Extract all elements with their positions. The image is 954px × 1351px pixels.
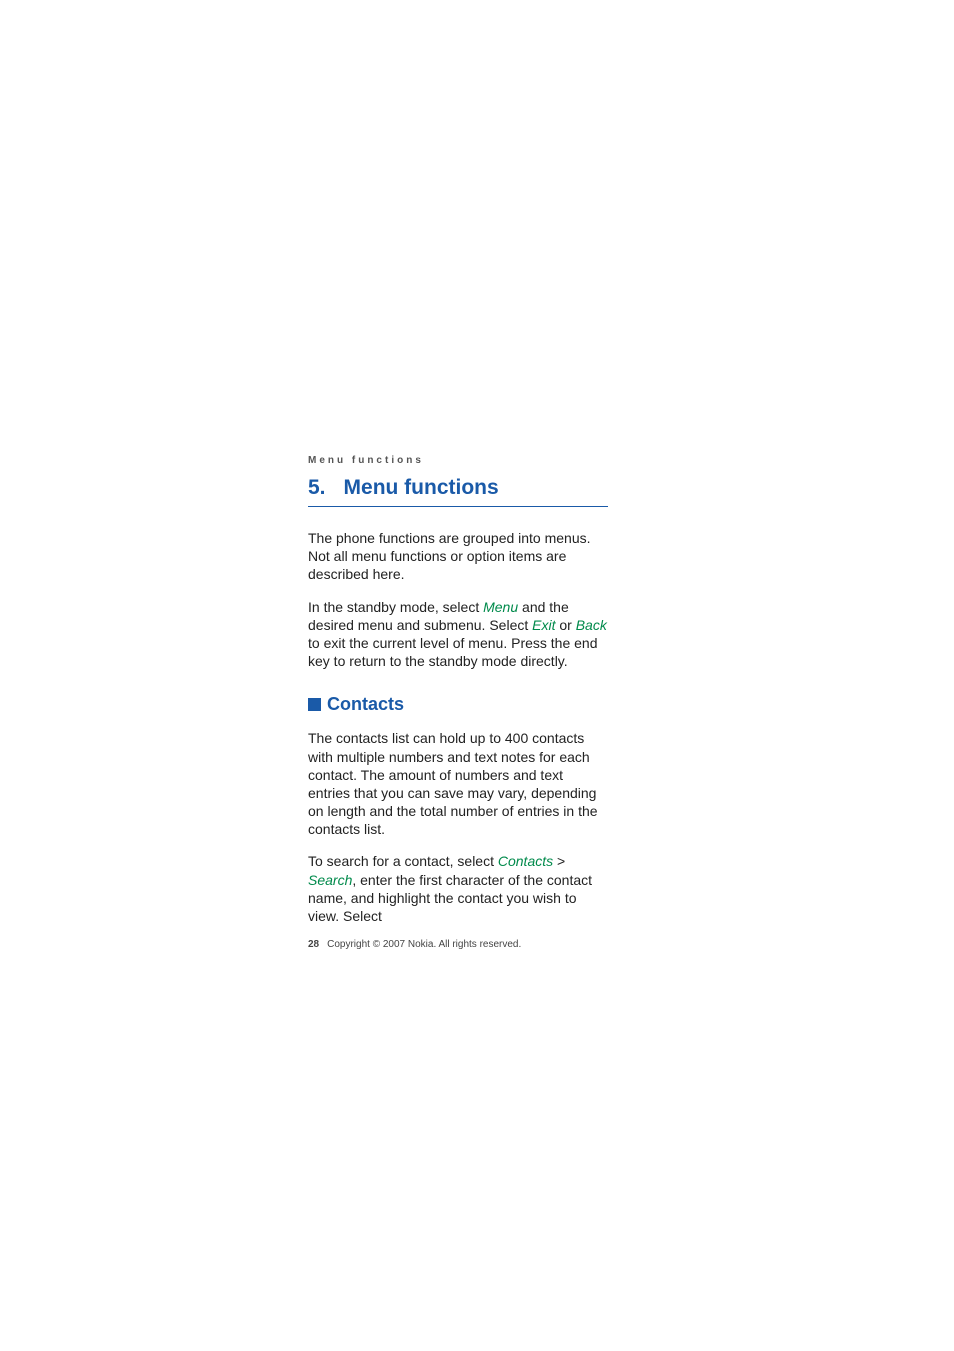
section-title-text: Contacts <box>327 694 404 715</box>
ui-term-search: Search <box>308 872 352 888</box>
section-paragraph-2: To search for a contact, select Contacts… <box>308 852 608 925</box>
ui-term-back: Back <box>576 617 607 633</box>
chapter-number: 5. <box>308 476 326 499</box>
section-heading-contacts: Contacts <box>308 694 608 715</box>
text-fragment: to exit the current level of menu. Press… <box>308 635 598 669</box>
text-fragment: > <box>553 853 565 869</box>
chapter-title: 5. Menu functions <box>308 476 608 507</box>
text-fragment: or <box>555 617 575 633</box>
section-paragraph-1: The contacts list can hold up to 400 con… <box>308 729 608 838</box>
text-fragment: In the standby mode, select <box>308 599 483 615</box>
intro-paragraph-2: In the standby mode, select Menu and the… <box>308 598 608 671</box>
ui-term-menu: Menu <box>483 599 518 615</box>
document-page: Menu functions 5. Menu functions The phon… <box>0 0 954 1351</box>
copyright-text: Copyright © 2007 Nokia. All rights reser… <box>327 939 521 950</box>
ui-term-exit: Exit <box>532 617 555 633</box>
chapter-title-text: Menu functions <box>344 476 499 499</box>
text-fragment: To search for a contact, select <box>308 853 498 869</box>
ui-term-contacts: Contacts <box>498 853 553 869</box>
intro-paragraph-1: The phone functions are grouped into men… <box>308 529 608 584</box>
content-column: Menu functions 5. Menu functions The phon… <box>308 455 608 950</box>
square-bullet-icon <box>308 698 321 711</box>
page-footer: 28 Copyright © 2007 Nokia. All rights res… <box>308 939 608 950</box>
running-header: Menu functions <box>308 455 608 466</box>
page-number: 28 <box>308 939 319 950</box>
